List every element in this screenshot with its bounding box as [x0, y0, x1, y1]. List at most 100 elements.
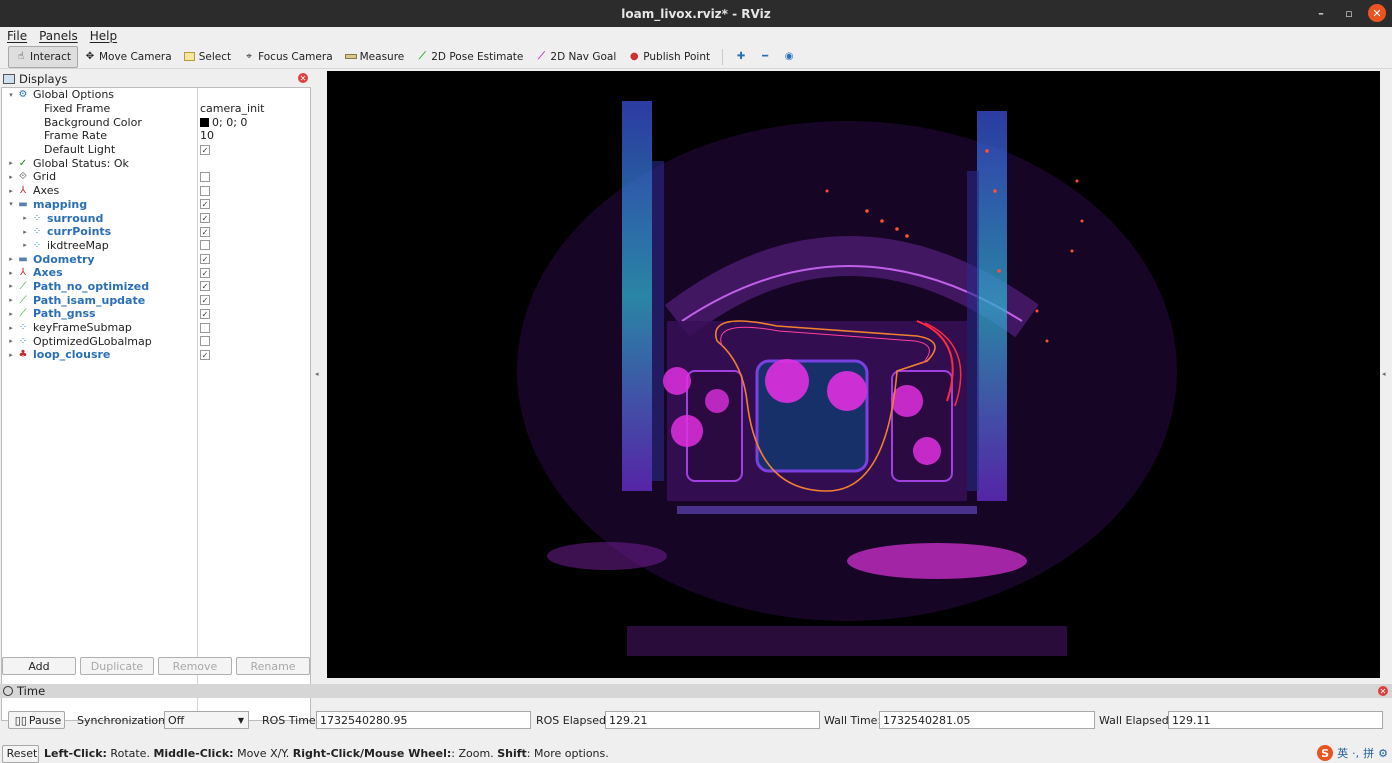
display-row-value[interactable]: ✓: [200, 293, 210, 307]
expanded-arrow-icon[interactable]: ▾: [6, 91, 16, 99]
collapsed-arrow-icon[interactable]: ▸: [6, 296, 16, 304]
checkbox-unchecked[interactable]: [200, 185, 210, 196]
display-row[interactable]: ▸ ✓ Global Status: Ok: [2, 156, 310, 170]
checkbox-checked[interactable]: ✓: [200, 213, 210, 224]
wall-time-field[interactable]: 1732540281.05: [879, 711, 1095, 729]
display-row[interactable]: Default Light ✓: [2, 143, 310, 157]
ime-lang[interactable]: 英: [1337, 745, 1348, 761]
collapsed-arrow-icon[interactable]: ▸: [6, 173, 16, 181]
add-display-button[interactable]: Add: [2, 657, 76, 675]
checkbox-checked[interactable]: ✓: [200, 308, 210, 319]
display-row[interactable]: ▸ ⟋ Path_gnss ✓: [2, 307, 310, 321]
display-row[interactable]: ▸ ⟋ Path_no_optimized ✓: [2, 280, 310, 294]
collapsed-arrow-icon[interactable]: ▸: [6, 282, 16, 290]
display-row-value[interactable]: ✓: [200, 198, 210, 212]
3d-render-viewport[interactable]: [327, 71, 1380, 678]
display-row[interactable]: ▸ ⟐ Grid: [2, 170, 310, 184]
display-row-value[interactable]: ✓: [200, 143, 210, 157]
display-row-value[interactable]: ✓: [200, 252, 210, 266]
sync-select[interactable]: Off ▼: [164, 711, 249, 729]
display-row-value[interactable]: ✓: [200, 211, 210, 225]
menu-help[interactable]: Help: [90, 29, 117, 43]
nav-goal-tool-button[interactable]: ⟋ 2D Nav Goal: [529, 46, 622, 68]
collapsed-arrow-icon[interactable]: ▸: [6, 337, 16, 345]
left-collapse-handle[interactable]: ◂: [315, 370, 319, 378]
pose-estimate-tool-button[interactable]: ⟋ 2D Pose Estimate: [410, 46, 529, 68]
view-options-button[interactable]: ◉: [777, 46, 801, 68]
collapsed-arrow-icon[interactable]: ▸: [6, 159, 16, 167]
checkbox-checked[interactable]: ✓: [200, 144, 210, 155]
display-row[interactable]: ▸ ⅄ Axes: [2, 184, 310, 198]
display-row[interactable]: ▸ ⁘ OptimizedGLobalmap: [2, 334, 310, 348]
displays-tree[interactable]: ▾ ⚙ Global Options Fixed Frame camera_init Ba…: [1, 87, 311, 721]
remove-tool-button[interactable]: ━: [753, 46, 777, 68]
ime-pinyin[interactable]: 拼: [1363, 745, 1374, 761]
collapsed-arrow-icon[interactable]: ▸: [6, 324, 16, 332]
collapsed-arrow-icon[interactable]: ▸: [20, 241, 30, 249]
add-tool-button[interactable]: ✚: [729, 46, 753, 68]
collapsed-arrow-icon[interactable]: ▸: [6, 187, 16, 195]
display-row-value[interactable]: ✓: [200, 266, 210, 280]
ros-elapsed-field[interactable]: 129.21: [605, 711, 820, 729]
display-row-value[interactable]: ✓: [200, 348, 210, 362]
display-row[interactable]: ▸ ⁘ keyFrameSubmap: [2, 321, 310, 335]
display-row-value[interactable]: [200, 334, 210, 348]
sogou-ime-icon[interactable]: S: [1317, 745, 1334, 761]
display-row[interactable]: Background Color 0; 0; 0: [2, 115, 310, 129]
display-row-value[interactable]: camera_init: [200, 102, 264, 116]
display-row-value[interactable]: [200, 321, 210, 335]
menu-file[interactable]: File: [7, 29, 27, 43]
checkbox-unchecked[interactable]: [200, 336, 210, 347]
time-close-icon[interactable]: ✕: [1378, 686, 1388, 696]
ros-time-field[interactable]: 1732540280.95: [316, 711, 531, 729]
collapsed-arrow-icon[interactable]: ▸: [6, 351, 16, 359]
display-row-value[interactable]: ✓: [200, 307, 210, 321]
checkbox-checked[interactable]: ✓: [200, 267, 210, 278]
focus-camera-tool-button[interactable]: ⌖ Focus Camera: [237, 46, 339, 68]
display-row-value[interactable]: 10: [200, 129, 214, 143]
display-row[interactable]: ▸ ⁘ currPoints ✓: [2, 225, 310, 239]
collapsed-arrow-icon[interactable]: ▸: [20, 214, 30, 222]
display-row[interactable]: ▸ ⁘ ikdtreeMap: [2, 239, 310, 253]
checkbox-unchecked[interactable]: [200, 240, 210, 251]
wall-elapsed-field[interactable]: 129.11: [1168, 711, 1383, 729]
expanded-arrow-icon[interactable]: ▾: [6, 200, 16, 208]
pause-button[interactable]: ▯▯ Pause: [8, 711, 65, 729]
checkbox-checked[interactable]: ✓: [200, 254, 210, 265]
ime-settings-icon[interactable]: ⚙: [1378, 747, 1388, 760]
maximize-icon[interactable]: ▫: [1340, 4, 1358, 22]
display-row[interactable]: ▸ ♣ loop_clousre ✓: [2, 348, 310, 362]
display-row-value[interactable]: [200, 170, 210, 184]
checkbox-checked[interactable]: ✓: [200, 226, 210, 237]
reset-button[interactable]: Reset: [2, 744, 39, 763]
display-row-value[interactable]: [200, 184, 210, 198]
display-row[interactable]: ▸ ▬ Odometry ✓: [2, 252, 310, 266]
checkbox-checked[interactable]: ✓: [200, 295, 210, 306]
move-camera-tool-button[interactable]: ✥ Move Camera: [78, 46, 178, 68]
collapsed-arrow-icon[interactable]: ▸: [6, 255, 16, 263]
publish-point-tool-button[interactable]: ● Publish Point: [622, 46, 716, 68]
display-row-value[interactable]: ✓: [200, 225, 210, 239]
interact-tool-button[interactable]: ☝ Interact: [8, 45, 78, 68]
collapsed-arrow-icon[interactable]: ▸: [6, 269, 16, 277]
display-row[interactable]: ▸ ⁘ surround ✓: [2, 211, 310, 225]
color-swatch[interactable]: [200, 117, 209, 127]
display-row-value[interactable]: ✓: [200, 280, 210, 294]
checkbox-checked[interactable]: ✓: [200, 349, 210, 360]
display-row-value[interactable]: [200, 239, 210, 253]
measure-tool-button[interactable]: Measure: [339, 46, 411, 68]
display-row[interactable]: ▸ ⟋ Path_isam_update ✓: [2, 293, 310, 307]
checkbox-checked[interactable]: ✓: [200, 281, 210, 292]
minimize-icon[interactable]: –: [1312, 4, 1330, 22]
display-row[interactable]: ▾ ▬ mapping ✓: [2, 198, 310, 212]
ime-punct[interactable]: ·,: [1352, 747, 1359, 760]
rename-display-button[interactable]: Rename: [236, 657, 310, 675]
display-row[interactable]: Frame Rate 10: [2, 129, 310, 143]
select-tool-button[interactable]: Select: [178, 46, 237, 68]
collapsed-arrow-icon[interactable]: ▸: [6, 310, 16, 318]
remove-display-button[interactable]: Remove: [158, 657, 232, 675]
display-row[interactable]: ▸ ⅄ Axes ✓: [2, 266, 310, 280]
displays-close-icon[interactable]: ✕: [298, 73, 308, 83]
display-row[interactable]: Fixed Frame camera_init: [2, 102, 310, 116]
checkbox-checked[interactable]: ✓: [200, 199, 210, 210]
